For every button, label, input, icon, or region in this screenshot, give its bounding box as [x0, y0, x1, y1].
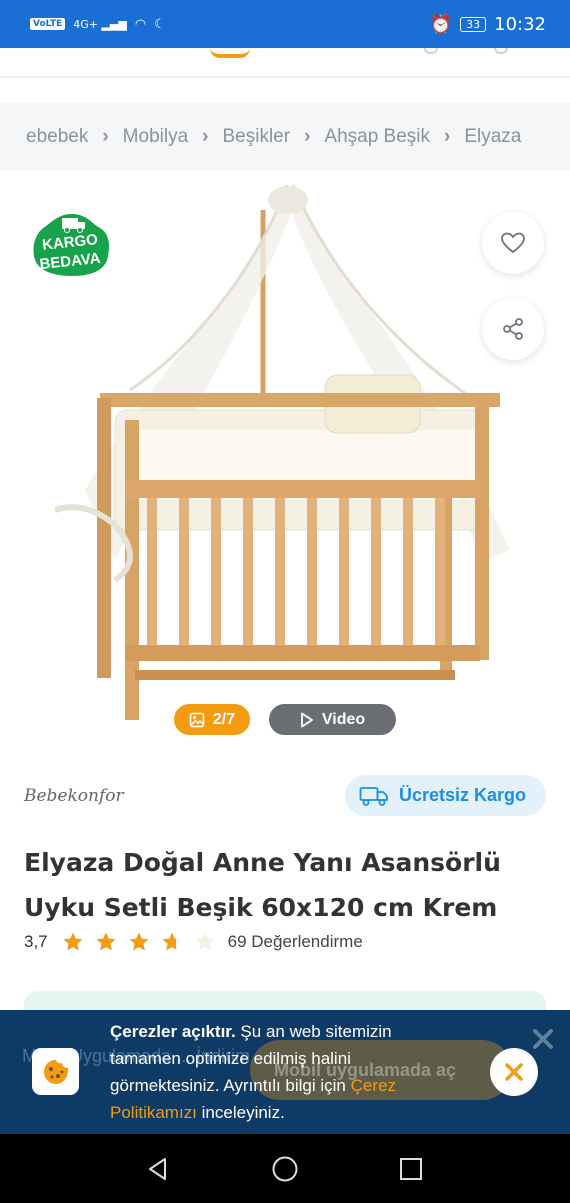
- chevron-right-icon: ›: [304, 125, 311, 147]
- star-icon: [63, 932, 83, 951]
- free-shipping-label: Ücretsiz Kargo: [399, 785, 527, 805]
- review-count[interactable]: 69 Değerlendirme: [228, 932, 363, 952]
- battery-indicator: 33: [460, 16, 487, 32]
- close-icon: [533, 1029, 553, 1049]
- star-icon: [96, 932, 116, 951]
- breadcrumb-item[interactable]: Mobilya: [123, 126, 188, 148]
- favorite-button[interactable]: [482, 212, 544, 274]
- alarm-icon: ⏰: [429, 13, 453, 35]
- image-icon: [189, 712, 205, 727]
- photo-counter-button[interactable]: 2/7: [174, 704, 250, 735]
- cookie-banner: Mobil Uygulamada ... İndirim Mobil uygul…: [0, 1010, 570, 1134]
- cookie-message: Çerezler açıktır. Şu an web sitemizin ta…: [110, 1018, 440, 1126]
- breadcrumb: ebebek › Mobilya › Beşikler › Ahşap Beşi…: [0, 103, 570, 170]
- share-button[interactable]: [482, 298, 544, 360]
- rating-value: 3,7: [24, 932, 48, 951]
- star-rating: [62, 931, 216, 953]
- back-triangle-icon: [149, 1158, 166, 1180]
- play-icon: [300, 712, 313, 727]
- logo-fragment: [210, 48, 250, 58]
- wifi-icon: ◠: [134, 16, 147, 32]
- star-icon: [129, 932, 149, 951]
- close-icon: [505, 1063, 523, 1081]
- truck-icon: [359, 786, 388, 806]
- status-bar: VoLTE 4G+ ▂▄▆ ◠ ☾ ⏰ 33 10:32: [0, 0, 570, 48]
- cookie-icon: [43, 1059, 68, 1084]
- header-icon-fragment: [494, 48, 508, 54]
- free-shipping-chip[interactable]: Ücretsiz Kargo: [345, 775, 546, 816]
- video-label: Video: [321, 710, 366, 728]
- recents-button[interactable]: [396, 1154, 426, 1184]
- chevron-right-icon: ›: [444, 125, 451, 147]
- photo-counter-label: 2/7: [212, 710, 236, 728]
- cookie-message-end: inceleyiniz.: [196, 1103, 285, 1122]
- cookie-icon-box: [32, 1048, 79, 1095]
- chevron-right-icon: ›: [202, 125, 209, 147]
- rating-row[interactable]: 3,7 69 Değerlendirme: [24, 928, 363, 956]
- home-circle-icon: [272, 1156, 298, 1182]
- home-button[interactable]: [270, 1154, 300, 1184]
- cookie-message-strong: Çerezler açıktır.: [110, 1022, 236, 1041]
- promo-close-button[interactable]: [528, 1024, 558, 1054]
- product-gallery[interactable]: KARGO BEDAVA 2/7 Video: [0, 170, 570, 750]
- breadcrumb-item[interactable]: Ahşap Beşik: [324, 126, 430, 148]
- star-icon: [195, 932, 215, 951]
- heart-icon: [501, 232, 525, 254]
- system-nav-bar: [0, 1134, 570, 1203]
- recents-square-icon: [400, 1158, 422, 1180]
- share-icon: [503, 318, 523, 340]
- header-icon-fragment: [424, 48, 438, 54]
- video-button[interactable]: Video: [269, 704, 396, 735]
- star-icon: [162, 932, 182, 951]
- brand-logo[interactable]: Bebekonfor: [24, 786, 124, 806]
- chevron-right-icon: ›: [102, 125, 109, 147]
- free-shipping-badge: KARGO BEDAVA: [32, 212, 112, 278]
- back-button[interactable]: [143, 1154, 173, 1184]
- product-image[interactable]: [55, 180, 515, 735]
- signal-icon: 4G+ ▂▄▆: [73, 17, 127, 31]
- header-strip: [0, 48, 570, 78]
- breadcrumb-item[interactable]: ebebek: [26, 126, 88, 148]
- volte-indicator: VoLTE: [30, 18, 66, 30]
- clock: 10:32: [494, 13, 546, 35]
- brand-row: Bebekonfor Ücretsiz Kargo: [0, 772, 570, 820]
- product-title: Elyaza Doğal Anne Yanı Asansörlü Uyku Se…: [24, 848, 501, 922]
- cookie-close-button[interactable]: [490, 1048, 538, 1096]
- breadcrumb-item[interactable]: Beşikler: [222, 126, 290, 148]
- breadcrumb-item[interactable]: Elyaza: [464, 126, 521, 148]
- moon-icon: ☾: [154, 16, 166, 32]
